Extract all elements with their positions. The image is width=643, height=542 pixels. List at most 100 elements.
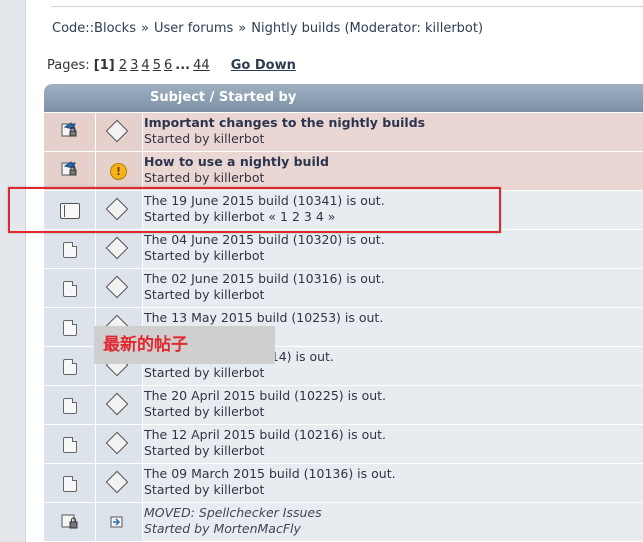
topic-title-link[interactable]: MOVED: Spellchecker Issues [144, 505, 322, 520]
subject-cell: How to use a nightly build Started by kil… [144, 152, 643, 190]
highlight-box [8, 187, 501, 233]
diamond-message-icon [105, 119, 129, 143]
topic-title-link[interactable]: Important changes to the nightly builds [144, 115, 425, 130]
started-by-text[interactable]: Started by MortenMacFly [144, 521, 301, 536]
sticky-locked-topic-icon [61, 122, 77, 137]
topic-title-link[interactable]: How to use a nightly build [144, 154, 329, 169]
top-divider [51, 6, 643, 7]
diamond-message-icon [105, 236, 129, 260]
subject-cell: The 02 June 2015 build (10316) is out. St… [144, 269, 643, 307]
started-by-text[interactable]: Started by killerbot [144, 443, 264, 458]
message-icon-cell [96, 269, 143, 307]
topic-icon [63, 437, 77, 453]
breadcrumb-user-forums[interactable]: User forums [154, 21, 233, 36]
page-link-5[interactable]: 5 [153, 58, 161, 73]
table-row[interactable]: The 12 April 2015 build (10216) is out. S… [44, 424, 643, 463]
started-by: Started by killerbot [144, 482, 264, 497]
topic-icon-cell [44, 152, 96, 190]
topic-icon-cell [44, 347, 96, 385]
message-icon-cell [96, 113, 143, 151]
breadcrumb: Code::Blocks » User forums » Nightly builds … [52, 21, 483, 36]
table-row[interactable]: ! How to use a nightly build Started by ki… [44, 151, 643, 190]
table-row[interactable]: The 09 March 2015 build (10136) is out. S… [44, 463, 643, 502]
table-header: Subject / Started by [44, 84, 643, 112]
breadcrumb-separator: » [238, 21, 247, 36]
topic-table: Subject / Started by Important changes t… [44, 84, 643, 541]
topic-title-link[interactable]: The 12 April 2015 build (10216) is out. [144, 427, 386, 442]
subject-cell: MOVED: Spellchecker Issues Started by Mor… [144, 503, 643, 541]
started-by: Started by killerbot [144, 131, 264, 146]
started-by: Started by killerbot [144, 170, 264, 185]
message-icon-cell [96, 230, 143, 268]
topic-icon-cell [44, 503, 96, 541]
started-by: Started by killerbot [144, 443, 264, 458]
started-by: Started by MortenMacFly [144, 521, 301, 536]
topic-icon [63, 281, 77, 297]
message-icon-cell [96, 425, 143, 463]
annotation-label: 最新的帖子 [94, 326, 275, 364]
table-row[interactable]: The 20 April 2015 build (10225) is out. S… [44, 385, 643, 424]
left-gutter [0, 0, 26, 542]
subject-cell: The 12 April 2015 build (10216) is out. S… [144, 425, 643, 463]
topic-icon-cell [44, 386, 96, 424]
topic-icon-cell [44, 113, 96, 151]
topic-title-link[interactable]: The 13 May 2015 build (10253) is out. [144, 310, 383, 325]
pages-label: Pages: [47, 58, 90, 73]
topic-title-link[interactable]: The 20 April 2015 build (10225) is out. [144, 388, 386, 403]
started-by-text[interactable]: Started by killerbot [144, 287, 264, 302]
page-link-last[interactable]: 44 [193, 58, 210, 73]
topic-icon-cell [44, 308, 96, 346]
started-by: Started by killerbot [144, 404, 264, 419]
diamond-message-icon [105, 470, 129, 494]
topic-icon-cell [44, 464, 96, 502]
subject-column-header[interactable]: Subject / Started by [150, 90, 296, 105]
topic-icon [63, 398, 77, 414]
started-by: Started by killerbot [144, 287, 264, 302]
message-icon-cell [96, 503, 143, 541]
page-link-4[interactable]: 4 [141, 58, 149, 73]
message-icon-cell [96, 464, 143, 502]
pagination-ellipsis: ... [175, 58, 191, 73]
diamond-message-icon [105, 392, 129, 416]
started-by-text[interactable]: Started by killerbot [144, 482, 264, 497]
table-row[interactable]: Important changes to the nightly builds S… [44, 112, 643, 151]
subject-cell: The 04 June 2015 build (10320) is out. St… [144, 230, 643, 268]
moved-arrow-icon [110, 516, 123, 528]
topic-icon [63, 320, 77, 336]
table-row[interactable]: MOVED: Spellchecker Issues Started by Mor… [44, 502, 643, 541]
started-by-text[interactable]: Started by killerbot [144, 131, 264, 146]
moved-locked-topic-icon [61, 514, 78, 529]
current-page: [1] [93, 58, 115, 73]
subject-cell: The 20 April 2015 build (10225) is out. S… [144, 386, 643, 424]
topic-title-link[interactable]: The 09 March 2015 build (10136) is out. [144, 466, 396, 481]
topic-icon [63, 359, 77, 375]
started-by-text[interactable]: Started by killerbot [144, 170, 264, 185]
started-by-text[interactable]: Started by killerbot [144, 248, 264, 263]
breadcrumb-separator: » [140, 21, 149, 36]
topic-icon [63, 476, 77, 492]
message-icon-cell [96, 386, 143, 424]
pagination: Pages: [1] 2 3 4 5 6... 44 Go Down [47, 58, 296, 73]
started-by-text[interactable]: Started by killerbot [144, 404, 264, 419]
go-down-link[interactable]: Go Down [231, 58, 296, 73]
started-by: Started by killerbot [144, 248, 264, 263]
topic-title-link[interactable]: The 02 June 2015 build (10316) is out. [144, 271, 385, 286]
page-link-6[interactable]: 6 [164, 58, 172, 73]
diamond-message-icon [105, 431, 129, 455]
topic-icon-cell [44, 269, 96, 307]
message-icon-cell: ! [96, 152, 143, 190]
started-by-text[interactable]: Started by killerbot [144, 365, 264, 380]
started-by: Started by killerbot [144, 365, 264, 380]
table-row[interactable]: The 04 June 2015 build (10320) is out. St… [44, 229, 643, 268]
topic-icon-cell [44, 230, 96, 268]
sticky-locked-topic-icon [61, 161, 77, 176]
breadcrumb-nightly-builds[interactable]: Nightly builds (Moderator: killerbot) [251, 21, 483, 36]
table-row[interactable]: The 02 June 2015 build (10316) is out. St… [44, 268, 643, 307]
subject-cell: Important changes to the nightly builds S… [144, 113, 643, 151]
breadcrumb-codeblocks[interactable]: Code::Blocks [52, 21, 136, 36]
topic-title-link[interactable]: The 04 June 2015 build (10320) is out. [144, 232, 385, 247]
exclamation-icon: ! [110, 163, 127, 180]
page-link-3[interactable]: 3 [130, 58, 138, 73]
topic-icon [63, 242, 77, 258]
page-link-2[interactable]: 2 [119, 58, 127, 73]
